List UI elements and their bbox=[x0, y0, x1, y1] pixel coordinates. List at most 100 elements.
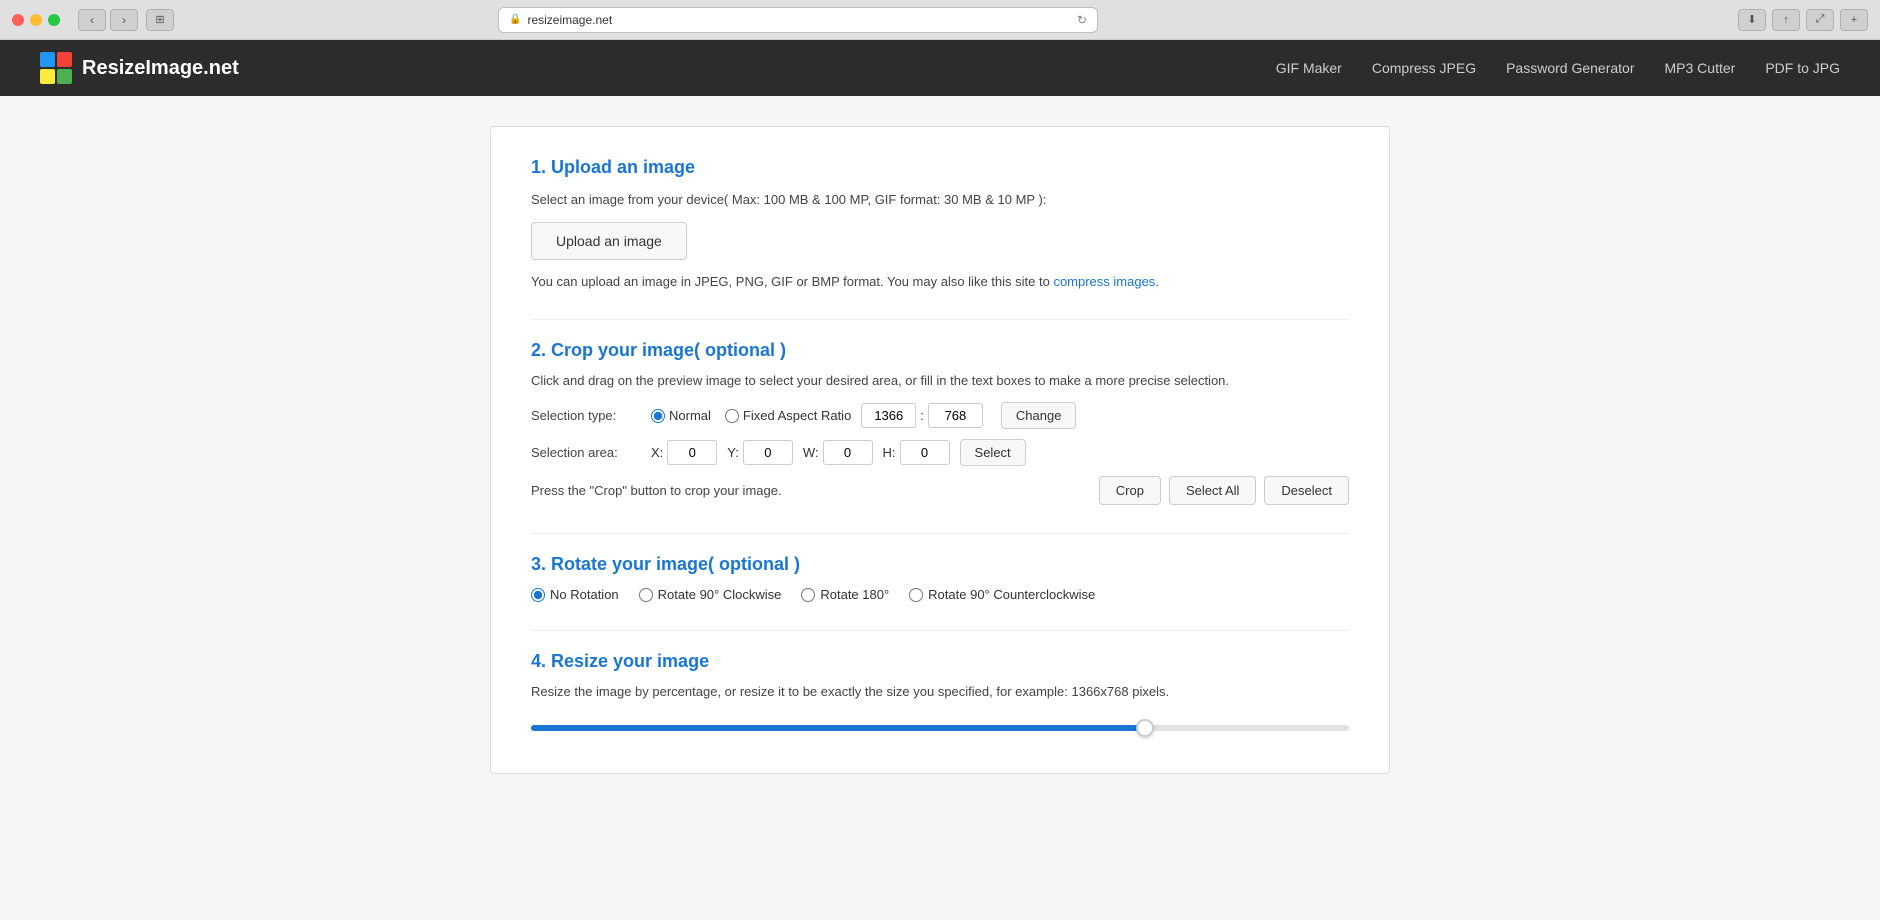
slider-container bbox=[531, 713, 1349, 743]
radio-normal[interactable]: Normal bbox=[651, 408, 711, 423]
rotate-none-input[interactable] bbox=[531, 588, 545, 602]
section-rotate: 3. Rotate your image( optional ) No Rota… bbox=[531, 554, 1349, 602]
logo-tile-red bbox=[57, 52, 72, 67]
rotate-ccw90-input[interactable] bbox=[909, 588, 923, 602]
traffic-lights bbox=[12, 14, 60, 26]
radio-fixed[interactable]: Fixed Aspect Ratio bbox=[725, 408, 851, 423]
resize-section-title: 4. Resize your image bbox=[531, 651, 1349, 672]
selection-type-row: Selection type: Normal Fixed Aspect Rati… bbox=[531, 402, 1349, 429]
select-button[interactable]: Select bbox=[960, 439, 1026, 466]
divider-3 bbox=[531, 630, 1349, 631]
logo-tile-yellow bbox=[40, 69, 55, 84]
section-crop: 2. Crop your image( optional ) Click and… bbox=[531, 340, 1349, 505]
back-button[interactable]: ‹ bbox=[78, 9, 106, 31]
rotate-none[interactable]: No Rotation bbox=[531, 587, 619, 602]
coord-y: Y: bbox=[727, 440, 793, 465]
coord-group: X: Y: W: H: bbox=[651, 440, 950, 465]
compress-images-link[interactable]: compress images bbox=[1053, 274, 1155, 289]
ratio-inputs: : bbox=[861, 403, 983, 428]
share-icon[interactable]: ↑ bbox=[1772, 9, 1800, 31]
w-field[interactable] bbox=[823, 440, 873, 465]
section-upload: 1. Upload an image Select an image from … bbox=[531, 157, 1349, 291]
crop-desc: Click and drag on the preview image to s… bbox=[531, 373, 1349, 388]
main-card: 1. Upload an image Select an image from … bbox=[490, 126, 1390, 774]
site-navigation: GIF Maker Compress JPEG Password Generat… bbox=[1276, 60, 1840, 76]
coord-x: X: bbox=[651, 440, 717, 465]
rotate-180[interactable]: Rotate 180° bbox=[801, 587, 889, 602]
section-resize: 4. Resize your image Resize the image by… bbox=[531, 651, 1349, 743]
slider-fill bbox=[531, 725, 1145, 731]
crop-section-title: 2. Crop your image( optional ) bbox=[531, 340, 1349, 361]
crop-press-desc: Press the "Crop" button to crop your ima… bbox=[531, 483, 1089, 498]
selection-area-row: Selection area: X: Y: W: bbox=[531, 439, 1349, 466]
upload-button[interactable]: Upload an image bbox=[531, 222, 687, 260]
select-all-button[interactable]: Select All bbox=[1169, 476, 1256, 505]
rotate-180-input[interactable] bbox=[801, 588, 815, 602]
upload-desc: Select an image from your device( Max: 1… bbox=[531, 190, 1349, 210]
close-button[interactable] bbox=[12, 14, 24, 26]
minimize-button[interactable] bbox=[30, 14, 42, 26]
y-field[interactable] bbox=[743, 440, 793, 465]
forward-button[interactable]: › bbox=[110, 9, 138, 31]
resize-desc: Resize the image by percentage, or resiz… bbox=[531, 684, 1349, 699]
page-body: 1. Upload an image Select an image from … bbox=[0, 96, 1880, 920]
nav-link-pdf-to-jpg[interactable]: PDF to JPG bbox=[1765, 60, 1840, 76]
divider-2 bbox=[531, 533, 1349, 534]
logo-tile-green bbox=[57, 69, 72, 84]
nav-link-compress-jpeg[interactable]: Compress JPEG bbox=[1372, 60, 1476, 76]
y-label: Y: bbox=[727, 445, 739, 460]
change-button[interactable]: Change bbox=[1001, 402, 1077, 429]
x-label: X: bbox=[651, 445, 663, 460]
browser-icons: ⬇ ↑ ⤢ + bbox=[1738, 9, 1868, 31]
new-tab-button[interactable]: + bbox=[1840, 9, 1868, 31]
ratio-width-field[interactable] bbox=[861, 403, 916, 428]
slider-thumb[interactable] bbox=[1136, 719, 1154, 737]
logo-tiles bbox=[40, 52, 72, 84]
reader-button[interactable]: ⊞ bbox=[146, 9, 174, 31]
rotate-cw90[interactable]: Rotate 90° Clockwise bbox=[639, 587, 782, 602]
coord-h: H: bbox=[883, 440, 950, 465]
site-nav: ResizeImage.net GIF Maker Compress JPEG … bbox=[0, 40, 1880, 96]
rotate-180-label: Rotate 180° bbox=[820, 587, 889, 602]
selection-area-label: Selection area: bbox=[531, 445, 641, 460]
radio-normal-input[interactable] bbox=[651, 409, 665, 423]
ratio-height-field[interactable] bbox=[928, 403, 983, 428]
nav-link-mp3-cutter[interactable]: MP3 Cutter bbox=[1665, 60, 1736, 76]
h-field[interactable] bbox=[900, 440, 950, 465]
browser-window: ‹ › ⊞ 🔒 resizeimage.net ↻ ⬇ ↑ ⤢ + Resize… bbox=[0, 0, 1880, 920]
lock-icon: 🔒 bbox=[509, 14, 521, 25]
rotate-cw90-input[interactable] bbox=[639, 588, 653, 602]
rotate-none-label: No Rotation bbox=[550, 587, 619, 602]
rotate-section-title: 3. Rotate your image( optional ) bbox=[531, 554, 1349, 575]
address-bar[interactable]: 🔒 resizeimage.net ↻ bbox=[498, 7, 1098, 33]
logo-tile-blue bbox=[40, 52, 55, 67]
pip-icon[interactable]: ⤢ bbox=[1806, 9, 1834, 31]
selection-type-label: Selection type: bbox=[531, 408, 641, 423]
download-icon[interactable]: ⬇ bbox=[1738, 9, 1766, 31]
crop-action-buttons: Crop Select All Deselect bbox=[1099, 476, 1349, 505]
w-label: W: bbox=[803, 445, 819, 460]
site-logo-text: ResizeImage.net bbox=[82, 57, 239, 80]
crop-button[interactable]: Crop bbox=[1099, 476, 1161, 505]
rotate-ccw90-label: Rotate 90° Counterclockwise bbox=[928, 587, 1095, 602]
crop-action-row: Press the "Crop" button to crop your ima… bbox=[531, 476, 1349, 505]
reload-icon[interactable]: ↻ bbox=[1077, 13, 1087, 27]
browser-titlebar: ‹ › ⊞ 🔒 resizeimage.net ↻ ⬇ ↑ ⤢ + bbox=[0, 0, 1880, 40]
rotate-options: No Rotation Rotate 90° Clockwise Rotate … bbox=[531, 587, 1349, 602]
rotate-ccw90[interactable]: Rotate 90° Counterclockwise bbox=[909, 587, 1095, 602]
x-field[interactable] bbox=[667, 440, 717, 465]
deselect-button[interactable]: Deselect bbox=[1264, 476, 1349, 505]
site-logo: ResizeImage.net bbox=[40, 52, 239, 84]
slider-track bbox=[531, 725, 1349, 731]
h-label: H: bbox=[883, 445, 896, 460]
nav-link-gif-maker[interactable]: GIF Maker bbox=[1276, 60, 1342, 76]
upload-note-end: . bbox=[1155, 274, 1159, 289]
nav-buttons: ‹ › bbox=[78, 9, 138, 31]
nav-link-password-generator[interactable]: Password Generator bbox=[1506, 60, 1634, 76]
rotate-cw90-label: Rotate 90° Clockwise bbox=[658, 587, 782, 602]
radio-fixed-input[interactable] bbox=[725, 409, 739, 423]
url-text: resizeimage.net bbox=[527, 13, 612, 27]
fullscreen-button[interactable] bbox=[48, 14, 60, 26]
divider-1 bbox=[531, 319, 1349, 320]
ratio-separator: : bbox=[920, 408, 924, 423]
